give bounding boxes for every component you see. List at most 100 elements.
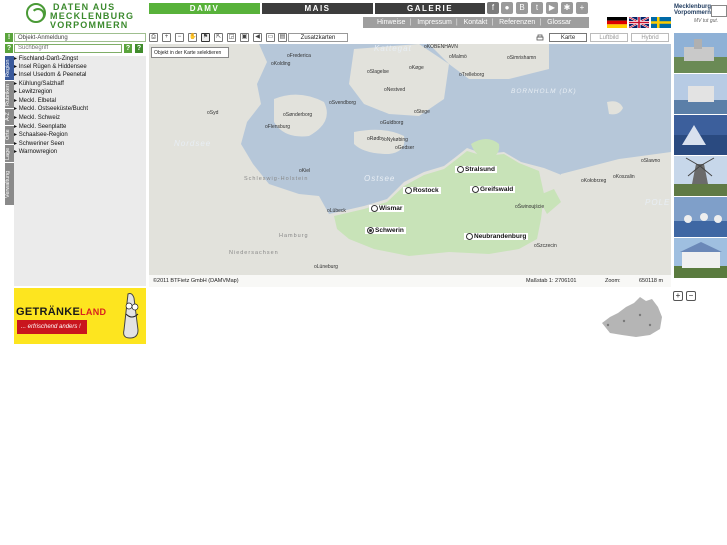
link-hinweise[interactable]: Hinweise xyxy=(363,17,409,28)
tab-orte[interactable]: Orte xyxy=(5,126,14,144)
city-marker-schwerin[interactable]: Schwerin xyxy=(365,227,406,235)
back-icon[interactable]: ◀ xyxy=(253,33,262,42)
tab-rubriken[interactable]: Rubriken xyxy=(5,81,14,108)
list-item[interactable]: ▸ Lewitzregion xyxy=(14,88,52,95)
list-item[interactable]: ▸ Schaalsee-Region xyxy=(14,131,68,138)
print-map-icon[interactable]: ⎙ xyxy=(149,33,158,42)
pan-hand-icon[interactable]: ✋ xyxy=(188,33,197,42)
zoom-box-icon[interactable]: ▣ xyxy=(240,33,249,42)
city-label[interactable]: oSvendborg xyxy=(329,100,356,106)
flickr-icon[interactable]: ● xyxy=(501,2,513,14)
city-label[interactable]: oNykøbing xyxy=(384,137,408,143)
select-area-icon[interactable]: ⇱ xyxy=(214,33,223,42)
city-marker-wismar[interactable]: Wismar xyxy=(369,205,405,213)
city-label[interactable]: oGedser xyxy=(395,145,414,151)
map-view[interactable]: Kattegat Nordsee Ostsee BORNHOLM (DK) PO… xyxy=(149,44,671,287)
link-glossar[interactable]: Glossar xyxy=(543,17,575,28)
search-input[interactable] xyxy=(14,44,122,53)
city-marker-stralsund[interactable]: Stralsund xyxy=(455,166,497,174)
tab-mais[interactable]: MAIS xyxy=(262,3,373,14)
city-label[interactable]: oRødby xyxy=(367,136,385,142)
legend-icon[interactable]: ▤ xyxy=(278,33,287,42)
zoom-in-icon[interactable]: + xyxy=(162,33,171,42)
map-mode-karte[interactable]: Karte xyxy=(549,33,587,42)
list-item[interactable]: ▸ Meckl. Seenplatte xyxy=(14,123,66,130)
list-item[interactable]: ▸ Schweriner Seen xyxy=(14,140,64,147)
city-marker-rostock[interactable]: Rostock xyxy=(403,187,441,195)
zoom-minus-button[interactable]: − xyxy=(686,291,696,301)
city-label[interactable]: oLübeck xyxy=(327,208,346,214)
network-icon[interactable]: ✱ xyxy=(561,2,573,14)
city-label[interactable]: oSønderborg xyxy=(283,112,312,118)
city-label[interactable]: oSimrishamn xyxy=(507,55,536,61)
photo-thumbnail[interactable] xyxy=(674,115,727,155)
city-label[interactable]: oKolding xyxy=(271,61,290,67)
city-label[interactable]: oKoszalin xyxy=(613,174,635,180)
search-help-button[interactable]: ? xyxy=(124,44,132,53)
city-label[interactable]: oKiel xyxy=(299,168,310,174)
tab-lage[interactable]: Lage xyxy=(5,145,14,162)
city-label[interactable]: oSyd xyxy=(207,110,218,116)
city-label[interactable]: oKOBENHAVN xyxy=(424,44,458,50)
city-label[interactable]: oKołobrzeg xyxy=(581,178,606,184)
link-kontakt[interactable]: Kontakt xyxy=(460,17,492,28)
link-impressum[interactable]: Impressum xyxy=(413,17,456,28)
zoom-extent-icon[interactable]: ◲ xyxy=(227,33,236,42)
photo-thumbnail[interactable] xyxy=(674,238,727,278)
city-label[interactable]: oFrederica xyxy=(287,53,311,59)
city-label[interactable]: oSlagelse xyxy=(367,69,389,75)
advertisement-banner[interactable]: GETRÄNKELAND ... erfrischend anders ! xyxy=(14,288,146,344)
tab-galerie[interactable]: GALERIE xyxy=(375,3,485,14)
city-label[interactable]: oMalmö xyxy=(449,54,467,60)
logo[interactable]: DATEN AUS MECKLENBURG VORPOMMERN xyxy=(26,3,138,30)
list-item[interactable]: ▸ Meckl. Elbetal xyxy=(14,97,56,104)
city-label[interactable]: oStege xyxy=(414,109,430,115)
map-mode-hybrid[interactable]: Hybrid xyxy=(631,33,669,42)
city-label[interactable]: oLüneburg xyxy=(314,264,338,270)
city-marker-greifswald[interactable]: Greifswald xyxy=(470,186,516,194)
photo-thumbnail[interactable] xyxy=(674,74,727,114)
link-referenzen[interactable]: Referenzen xyxy=(495,17,539,28)
flag-sweden-icon[interactable] xyxy=(651,17,671,28)
city-marker-neubrandenburg[interactable]: Neubrandenburg xyxy=(464,233,529,241)
blogger-icon[interactable]: B xyxy=(516,2,528,14)
city-label[interactable]: oNestved xyxy=(384,87,405,93)
flag-germany-icon[interactable] xyxy=(607,17,627,28)
zoom-plus-button[interactable]: + xyxy=(673,291,683,301)
photo-thumbnail[interactable] xyxy=(674,156,727,196)
list-item[interactable]: ▸ Insel Rügen & Hiddensee xyxy=(14,63,87,70)
plus-icon[interactable]: + xyxy=(576,2,588,14)
tab-damv[interactable]: DAMV xyxy=(149,3,260,14)
city-label[interactable]: oGuldborg xyxy=(380,120,403,126)
list-item[interactable]: ▸ Meckl. Schweiz xyxy=(14,114,60,121)
help-icon[interactable]: ? xyxy=(5,44,13,53)
overview-map[interactable] xyxy=(600,295,664,339)
city-label[interactable]: oŚwinoujście xyxy=(515,204,544,210)
search-button[interactable]: ? xyxy=(135,44,143,53)
city-label[interactable]: oSlawno xyxy=(641,158,660,164)
facebook-icon[interactable]: f xyxy=(487,2,499,14)
youtube-icon[interactable]: ▶ xyxy=(546,2,558,14)
list-item[interactable]: ▸ Meckl. Ostseeküste/Bucht xyxy=(14,105,88,112)
city-label[interactable]: oSzczecin xyxy=(534,243,557,249)
twitter-icon[interactable]: t xyxy=(531,2,543,14)
list-item[interactable]: ▸ Insel Usedom & Peenetal xyxy=(14,71,86,78)
login-field[interactable]: Objekt-Anmeldung xyxy=(14,33,146,42)
city-label[interactable]: oFlensburg xyxy=(265,124,290,130)
tab-region[interactable]: Region xyxy=(5,56,14,80)
tab-verwaltung[interactable]: Verwaltung xyxy=(5,163,14,205)
measure-icon[interactable]: ▭ xyxy=(266,33,275,42)
select-flag-icon[interactable]: ⚑ xyxy=(201,33,210,42)
print-icon[interactable] xyxy=(536,34,544,42)
list-item[interactable]: ▸ Kühlung/Salzhaff xyxy=(14,80,64,87)
city-label[interactable]: oKøge xyxy=(409,65,424,71)
city-label[interactable]: oTrelleborg xyxy=(459,72,484,78)
brand-mv[interactable]: Mecklenburg Vorpommern MV tut gut. xyxy=(674,4,727,32)
info-icon[interactable]: ! xyxy=(5,33,13,42)
map-mode-luftbild[interactable]: Luftbild xyxy=(590,33,628,42)
flag-uk-icon[interactable] xyxy=(629,17,649,28)
list-item[interactable]: ▸ Fischland-Darß-Zingst xyxy=(14,55,78,62)
photo-thumbnail[interactable] xyxy=(674,33,727,73)
zusatzkarten-button[interactable]: Zusatzkarten xyxy=(288,33,348,42)
zoom-out-icon[interactable]: − xyxy=(175,33,184,42)
